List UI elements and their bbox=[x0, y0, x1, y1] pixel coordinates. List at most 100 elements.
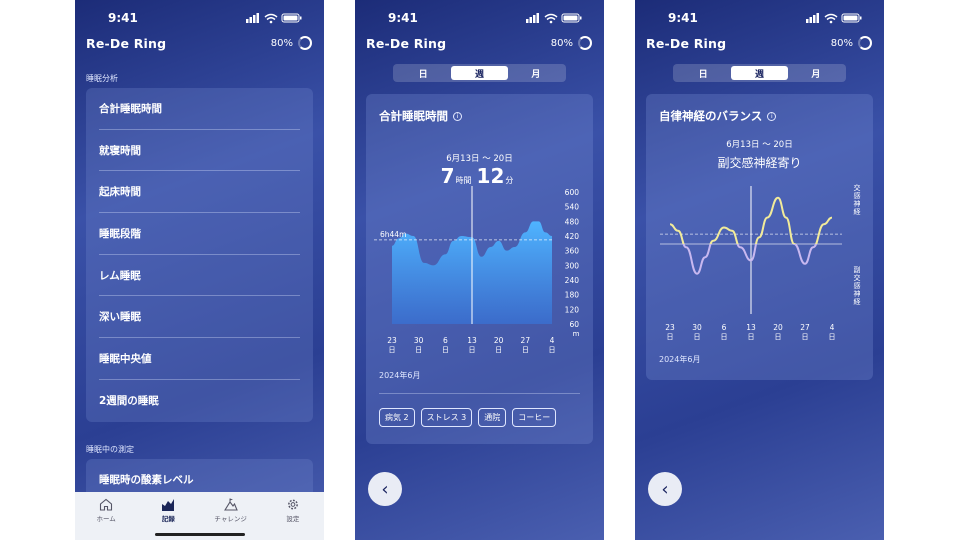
list-item-bedtime[interactable]: 就寝時間 bbox=[99, 130, 300, 172]
y-tick-label: 420 bbox=[565, 232, 580, 241]
x-tick-label: 13 bbox=[746, 323, 756, 332]
tab-label-home: ホーム bbox=[96, 515, 116, 523]
list-item-rem-sleep[interactable]: レム睡眠 bbox=[99, 255, 300, 297]
app-title: Re-De Ring bbox=[86, 36, 167, 51]
sleep-area-chart: 6h44m60054048042036030024018012060m23日30… bbox=[374, 186, 580, 354]
battery-level: 80% bbox=[550, 37, 573, 49]
tag-stress[interactable]: ストレス 3 bbox=[420, 408, 473, 427]
x-tick-label: 30 bbox=[414, 336, 424, 345]
x-tick-unit: 日 bbox=[522, 346, 529, 354]
x-tick-unit: 日 bbox=[389, 346, 396, 354]
hours-value: 7 bbox=[440, 164, 455, 188]
app-title: Re-De Ring bbox=[646, 36, 727, 51]
sympathetic-label: 神 bbox=[854, 199, 861, 208]
date-range: 6月13日 ～ 20日 bbox=[446, 154, 513, 164]
ring-icon bbox=[298, 36, 312, 50]
segment-week[interactable]: 週 bbox=[731, 66, 788, 80]
x-tick-unit: 日 bbox=[495, 346, 502, 354]
list-item-wake-time[interactable]: 起床時間 bbox=[99, 171, 300, 214]
segment-month[interactable]: 月 bbox=[508, 66, 564, 80]
screen-autonomic-balance: 9:41 Re-De Ring 80% 日 週 月 自律神経のバランス i 6月… bbox=[635, 0, 884, 540]
info-icon[interactable]: i bbox=[453, 111, 462, 121]
period-segmented-control: 日 週 月 bbox=[393, 64, 566, 82]
gear-icon bbox=[287, 499, 298, 510]
list-item-sleep-median[interactable]: 睡眠中央値 bbox=[99, 338, 300, 380]
back-button[interactable]: ‹ bbox=[368, 472, 402, 506]
mountain-flag-icon bbox=[223, 498, 238, 511]
y-tick-label: 60 bbox=[569, 320, 579, 329]
ring-icon bbox=[858, 36, 872, 50]
total-sleep-card: 合計睡眠時間 i 6月13日 ～ 20日 7時間 12分 6h44m 600 540 4… bbox=[366, 94, 593, 444]
ring-battery[interactable]: 80% bbox=[551, 36, 592, 50]
info-icon[interactable]: i bbox=[767, 111, 777, 121]
y-tick-label: 540 bbox=[565, 203, 580, 212]
battery-level: 80% bbox=[270, 37, 293, 49]
y-tick-label: 240 bbox=[565, 276, 580, 285]
chevron-left-icon: ‹ bbox=[381, 478, 389, 500]
tag-coffee[interactable]: コーヒー bbox=[512, 408, 557, 427]
sympathetic-label: 感 bbox=[854, 191, 861, 200]
list-item-deep-sleep[interactable]: 深い睡眠 bbox=[99, 296, 300, 339]
tag-hospital[interactable]: 通院 bbox=[478, 408, 507, 427]
y-tick-label: 480 bbox=[565, 217, 580, 226]
balance-status: 副交感神経寄り bbox=[717, 156, 802, 170]
x-tick-unit: 日 bbox=[469, 346, 476, 354]
year-month-label: 2024年6月 bbox=[659, 355, 701, 364]
list-item-sleep-stages[interactable]: 睡眠段階 bbox=[99, 213, 300, 255]
y-tick-label: 600 bbox=[565, 188, 580, 197]
tab-label-records: 記録 bbox=[161, 515, 175, 523]
x-tick-unit: 日 bbox=[549, 346, 556, 354]
segment-day[interactable]: 日 bbox=[395, 66, 451, 80]
average-label: 6h44m bbox=[380, 230, 406, 239]
y-tick-label: 300 bbox=[565, 261, 580, 270]
segment-day[interactable]: 日 bbox=[675, 66, 731, 80]
x-tick-label: 20 bbox=[494, 336, 504, 345]
status-bar: 9:41 bbox=[355, 11, 604, 25]
chevron-left-icon: ‹ bbox=[661, 478, 669, 500]
autonomic-balance-card: 自律神経のバランス i 6月13日 ～ 20日 副交感神経寄り 交感神経副交感神… bbox=[646, 94, 873, 380]
x-tick-label: 27 bbox=[521, 336, 531, 345]
minutes-value: 12 bbox=[476, 164, 505, 188]
screen-total-sleep: 9:41 Re-De Ring 80% 日 週 月 合計睡眠時間 i 6月13日… bbox=[355, 0, 604, 540]
list-item-two-week-sleep[interactable]: 2週間の睡眠 bbox=[99, 380, 300, 422]
tab-home[interactable]: ホーム bbox=[78, 498, 134, 540]
tab-settings[interactable]: 設定 bbox=[265, 498, 321, 540]
ring-battery[interactable]: 80% bbox=[831, 36, 872, 50]
y-tick-label: 360 bbox=[565, 247, 580, 256]
tag-row: 病気 2 ストレス 3 通院 コーヒー bbox=[379, 408, 557, 427]
section-heading-sleep-measurement: 睡眠中の測定 bbox=[86, 445, 134, 454]
segment-month[interactable]: 月 bbox=[788, 66, 844, 80]
period-segmented-control: 日 週 月 bbox=[673, 64, 846, 82]
battery-level: 80% bbox=[830, 37, 853, 49]
status-icons bbox=[806, 13, 862, 24]
x-tick-unit: 日 bbox=[442, 346, 449, 354]
total-sleep-value: 7時間 12分 bbox=[366, 164, 593, 188]
divider bbox=[379, 393, 580, 394]
section-heading-sleep-analysis: 睡眠分析 bbox=[86, 74, 118, 83]
x-tick-unit: 日 bbox=[667, 333, 674, 341]
status-icons bbox=[526, 13, 582, 24]
parasympathetic-label: 経 bbox=[854, 297, 861, 306]
x-tick-label: 6 bbox=[443, 336, 448, 345]
back-button[interactable]: ‹ bbox=[648, 472, 682, 506]
status-time: 9:41 bbox=[108, 11, 138, 25]
x-tick-unit: 日 bbox=[802, 333, 809, 341]
x-tick-label: 27 bbox=[800, 323, 810, 332]
minutes-unit: 分 bbox=[505, 176, 514, 185]
chart-icon bbox=[162, 499, 175, 511]
segment-week[interactable]: 週 bbox=[451, 66, 508, 80]
y-tick-label: 180 bbox=[565, 291, 580, 300]
list-item-total-sleep[interactable]: 合計睡眠時間 bbox=[99, 88, 300, 130]
y-tick-label: 120 bbox=[565, 305, 580, 314]
x-tick-label: 4 bbox=[550, 336, 555, 345]
home-indicator bbox=[155, 533, 245, 536]
x-tick-label: 4 bbox=[830, 323, 835, 332]
x-tick-unit: 日 bbox=[748, 333, 755, 341]
tag-illness[interactable]: 病気 2 bbox=[379, 408, 415, 427]
ring-battery[interactable]: 80% bbox=[271, 36, 312, 50]
parasympathetic-label: 神 bbox=[854, 289, 861, 298]
date-range: 6月13日 ～ 20日 bbox=[726, 140, 793, 150]
x-tick-label: 23 bbox=[665, 323, 675, 332]
x-tick-label: 13 bbox=[467, 336, 477, 345]
tab-label-challenge: チャレンジ bbox=[214, 515, 247, 523]
